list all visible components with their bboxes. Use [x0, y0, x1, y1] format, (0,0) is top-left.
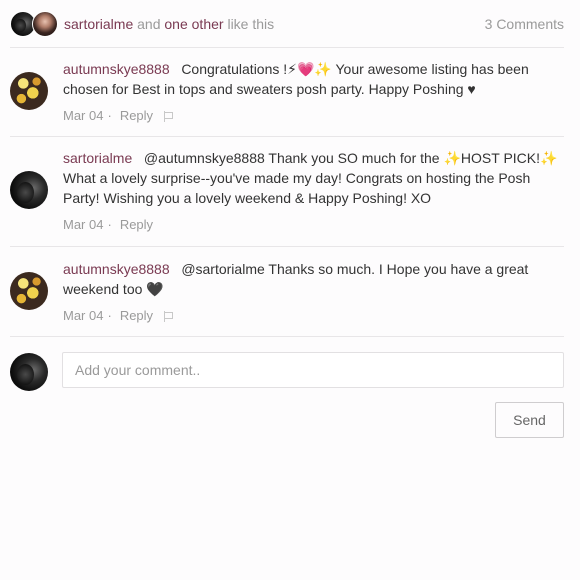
reply-button[interactable]: Reply [120, 106, 153, 126]
avatar[interactable] [10, 171, 48, 209]
comment-body: autumnskye8888 Congratulations !⚡💗✨ Your… [63, 59, 564, 126]
send-button[interactable]: Send [495, 402, 564, 438]
comment-item: sartorialme @autumnskye8888 Thank you SO… [10, 148, 564, 240]
comment-body: sartorialme @autumnskye8888 Thank you SO… [63, 148, 564, 235]
comment-meta: Mar 04 · Reply [63, 106, 564, 126]
comment-date: Mar 04 [63, 108, 104, 123]
divider [10, 47, 564, 48]
comments-count: 3 Comments [484, 16, 564, 32]
comment-item: autumnskye8888 Congratulations !⚡💗✨ Your… [10, 59, 564, 129]
avatar[interactable] [32, 11, 58, 37]
comment-meta: Mar 04 · Reply [63, 306, 564, 326]
likes-summary: sartorialme and one other like this [64, 16, 274, 32]
likes-suffix: like this [227, 16, 275, 32]
current-user-avatar [10, 353, 48, 391]
divider [10, 336, 564, 337]
comment-item: autumnskye8888 @sartorialme Thanks so mu… [10, 259, 564, 329]
reply-button[interactable]: Reply [120, 306, 153, 326]
comment-date: Mar 04 [63, 308, 104, 323]
divider [10, 246, 564, 247]
comment-author[interactable]: sartorialme [63, 150, 132, 166]
flag-icon[interactable] [163, 310, 174, 322]
reply-button[interactable]: Reply [120, 215, 153, 235]
likers-avatars[interactable] [10, 11, 58, 37]
others-link[interactable]: one other [164, 16, 223, 32]
separator-dot: · [107, 217, 112, 232]
separator-dot: · [107, 108, 112, 123]
comment-meta: Mar 04 · Reply [63, 215, 564, 235]
divider [10, 136, 564, 137]
avatar[interactable] [10, 272, 48, 310]
flag-icon[interactable] [163, 110, 174, 122]
likes-bar: sartorialme and one other like this 3 Co… [10, 10, 564, 38]
avatar[interactable] [10, 72, 48, 110]
comment-author[interactable]: autumnskye8888 [63, 61, 170, 77]
separator-dot: · [107, 308, 112, 323]
liker-link[interactable]: sartorialme [64, 16, 133, 32]
comment-text: @autumnskye8888 Thank you SO much for th… [63, 150, 558, 206]
comment-date: Mar 04 [63, 217, 104, 232]
likes-connector: and [137, 16, 161, 32]
comment-input[interactable] [62, 352, 564, 388]
comment-body: autumnskye8888 @sartorialme Thanks so mu… [63, 259, 564, 326]
comment-author[interactable]: autumnskye8888 [63, 261, 170, 277]
